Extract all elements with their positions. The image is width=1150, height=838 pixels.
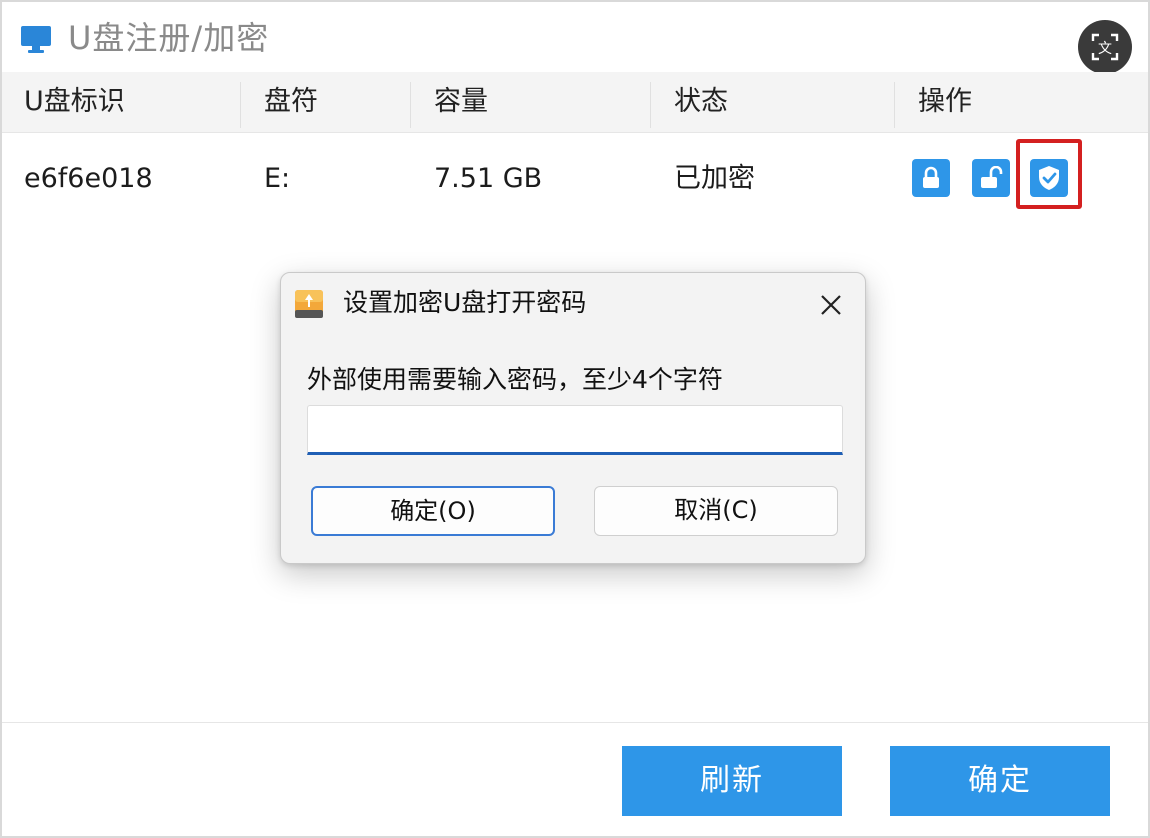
column-separator [240,82,241,128]
dialog-cancel-button[interactable]: 取消(C) [594,486,838,536]
dialog-ok-button[interactable]: 确定(O) [311,486,555,536]
capacity-cell: 7.51 GB [434,163,543,194]
dialog-title: 设置加密U盘打开密码 [343,288,587,317]
column-header-capacity: 容量 [434,86,488,117]
table-header: U盘标识 盘符 容量 状态 操作 [2,72,1148,133]
close-icon [821,295,841,315]
drive-letter-cell: E: [264,163,291,194]
window-title: U盘注册/加密 [68,19,270,57]
password-dialog: 设置加密U盘打开密码 外部使用需要输入密码，至少4个字符 确定(O) 取消(C) [280,272,866,564]
column-separator [410,82,411,128]
unlock-icon [981,166,1003,188]
column-separator [650,82,651,128]
dialog-close-button[interactable] [811,287,851,323]
refresh-button[interactable]: 刷新 [622,746,842,816]
title-bar: U盘注册/加密 文 [2,2,1148,74]
translate-icon: 文 [1091,33,1119,61]
usb-id-cell: e6f6e018 [24,163,153,194]
unlock-button[interactable] [972,159,1010,197]
lock-button[interactable] [912,159,950,197]
column-header-id: U盘标识 [24,86,125,117]
monitor-icon [21,26,51,53]
password-input[interactable] [307,405,843,455]
encrypt-button-highlight [1016,139,1082,209]
usb-drive-icon [295,290,323,318]
status-cell: 已加密 [674,163,755,194]
column-header-drive: 盘符 [264,86,318,117]
footer-divider [2,722,1148,723]
column-header-status: 状态 [674,86,728,117]
confirm-button[interactable]: 确定 [890,746,1110,816]
lock-icon [923,166,939,188]
screenshot-translate-button[interactable]: 文 [1078,20,1132,74]
column-header-actions: 操作 [918,86,972,117]
password-prompt: 外部使用需要输入密码，至少4个字符 [307,365,723,394]
column-separator [894,82,895,128]
svg-text:文: 文 [1098,41,1112,57]
